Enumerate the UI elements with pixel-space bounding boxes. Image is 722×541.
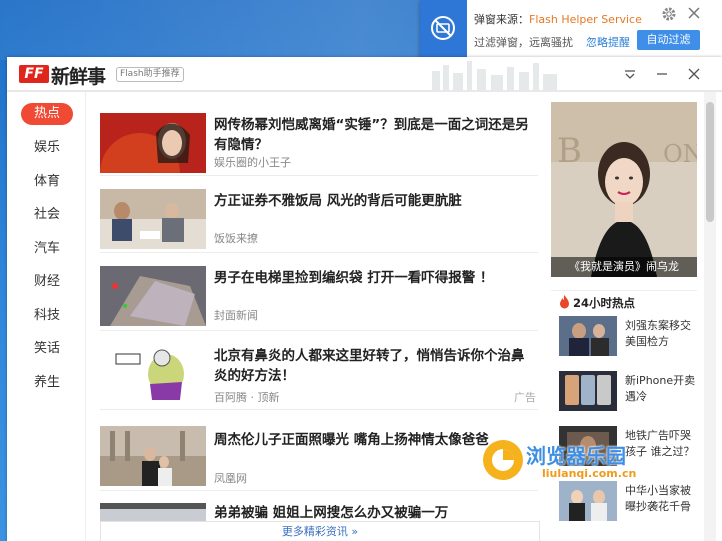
hot-item-title[interactable]: 刘强东案移交美国检方: [625, 318, 697, 350]
news-thumbnail: [100, 266, 206, 326]
nav-item-tech[interactable]: 科技: [21, 305, 73, 327]
watermark-logo-icon: [483, 440, 523, 480]
hot-thumbnail: [559, 481, 617, 521]
news-title[interactable]: 方正证券不雅饭局 风光的背后可能更肮脏: [214, 191, 536, 211]
nav-item-hot[interactable]: 热点: [21, 103, 73, 125]
minimize-icon[interactable]: [654, 66, 670, 82]
logo-mark: FF: [19, 65, 49, 83]
hot-item[interactable]: 中华小当家被曝抄袭花千骨: [559, 481, 697, 539]
scrollbar-thumb[interactable]: [706, 102, 714, 222]
news-source: 娱乐圈的小王子: [214, 156, 291, 169]
news-title[interactable]: 弟弟被骗 姐姐上网搜怎么办又被骗一万: [214, 503, 536, 523]
site-watermark: 浏览器乐园 liulanqi.com.cn: [480, 437, 650, 487]
toast-title: 弹窗来源：Flash Helper Service: [474, 11, 642, 27]
dropdown-menu-icon[interactable]: [622, 66, 638, 82]
close-window-icon[interactable]: [686, 66, 702, 82]
more-news-button[interactable]: 更多精彩资讯 »: [100, 521, 540, 541]
toast-subtitle: 过滤弹窗，远离骚扰: [474, 36, 573, 49]
news-title[interactable]: 网传杨幂刘恺威离婚“实锤”？到底是一面之词还是另有隐情？: [214, 115, 536, 155]
hot-thumbnail: [559, 316, 617, 356]
hot-thumbnail: [559, 371, 617, 411]
news-title[interactable]: 男子在电梯里捡到编织袋 打开一看吓得报警 ！: [214, 268, 536, 288]
nav-item-society[interactable]: 社会: [21, 204, 73, 226]
news-source: 百阿腾 · 顶新: [214, 391, 280, 404]
title-bar[interactable]: FF 新鲜事 Flash助手推荐: [7, 57, 722, 92]
popup-notification: 弹窗来源：Flash Helper Service 过滤弹窗，远离骚扰 忽略提醒…: [420, 0, 722, 57]
logo-text: 新鲜事: [51, 66, 106, 88]
ad-label: 广告: [514, 391, 536, 404]
auto-filter-button[interactable]: 自动过滤: [637, 30, 700, 50]
watermark-url: liulanqi.com.cn: [542, 467, 637, 480]
nav-item-jokes[interactable]: 笑话: [21, 338, 73, 360]
svg-text:ON: ON: [663, 140, 697, 168]
news-source: 饭饭来撩: [214, 232, 258, 245]
news-thumbnail: [100, 113, 206, 173]
news-source: 凤凰网: [214, 472, 247, 485]
skyline-decoration: [432, 61, 557, 90]
hot-item-title[interactable]: 新iPhone开卖遇冷: [625, 373, 697, 405]
featured-story[interactable]: B ON 《我就是演员》闹乌龙: [551, 102, 697, 277]
nav-item-auto[interactable]: 汽车: [21, 238, 73, 260]
hot-item[interactable]: 刘强东案移交美国检方: [559, 316, 697, 374]
fire-icon: [560, 295, 569, 309]
close-icon[interactable]: [687, 6, 701, 20]
hot-section-header: 24小时热点: [551, 290, 697, 313]
nav-item-sports[interactable]: 体育: [21, 171, 73, 193]
news-title[interactable]: 北京有鼻炎的人都来这里好转了，悄悄告诉你个治鼻炎的好方法！: [214, 346, 536, 386]
news-item[interactable]: 男子在电梯里捡到编织袋 打开一看吓得报警 ！ 封面新闻: [100, 255, 538, 331]
watermark-title: 浏览器乐园: [526, 444, 626, 468]
news-item[interactable]: 北京有鼻炎的人都来这里好转了，悄悄告诉你个治鼻炎的好方法！ 百阿腾 · 顶新 广…: [100, 333, 538, 410]
news-item[interactable]: 方正证券不雅饭局 风光的背后可能更肮脏 饭饭来撩: [100, 178, 538, 253]
featured-caption: 《我就是演员》闹乌龙: [551, 257, 697, 277]
news-thumbnail: [100, 189, 206, 249]
scrollbar[interactable]: [704, 92, 716, 541]
toast-title-prefix: 弹窗来源：: [474, 13, 529, 26]
news-source: 封面新闻: [214, 309, 258, 322]
news-feed: 网传杨幂刘恺威离婚“实锤”？到底是一面之词还是另有隐情？ 娱乐圈的小王子 方正证…: [100, 92, 540, 541]
news-thumbnail: [100, 344, 206, 404]
news-thumbnail: [100, 426, 206, 486]
news-item[interactable]: 网传杨幂刘恺威离婚“实锤”？到底是一面之词还是另有隐情？ 娱乐圈的小王子: [100, 102, 538, 176]
featured-image: B ON: [551, 102, 697, 277]
block-icon: [420, 0, 467, 57]
hot-item[interactable]: 新iPhone开卖遇冷: [559, 371, 697, 429]
nav-item-entertainment[interactable]: 娱乐: [21, 137, 73, 159]
category-sidebar: 热点 娱乐 体育 社会 汽车 财经 科技 笑话 养生: [7, 92, 86, 541]
news-item[interactable]: 周杰伦儿子正面照曝光 嘴角上扬神情太像爸爸 凤凰网: [100, 412, 538, 491]
logo-tag: Flash助手推荐: [116, 67, 184, 82]
nav-item-finance[interactable]: 财经: [21, 271, 73, 293]
toast-source: Flash Helper Service: [529, 13, 642, 26]
ignore-link[interactable]: 忽略提醒: [586, 34, 630, 50]
nav-item-health[interactable]: 养生: [21, 372, 73, 394]
hot-section-title: 24小时热点: [573, 296, 636, 310]
gear-icon[interactable]: [661, 6, 677, 22]
svg-text:B: B: [557, 131, 582, 171]
hot-item-title[interactable]: 中华小当家被曝抄袭花千骨: [625, 483, 697, 515]
